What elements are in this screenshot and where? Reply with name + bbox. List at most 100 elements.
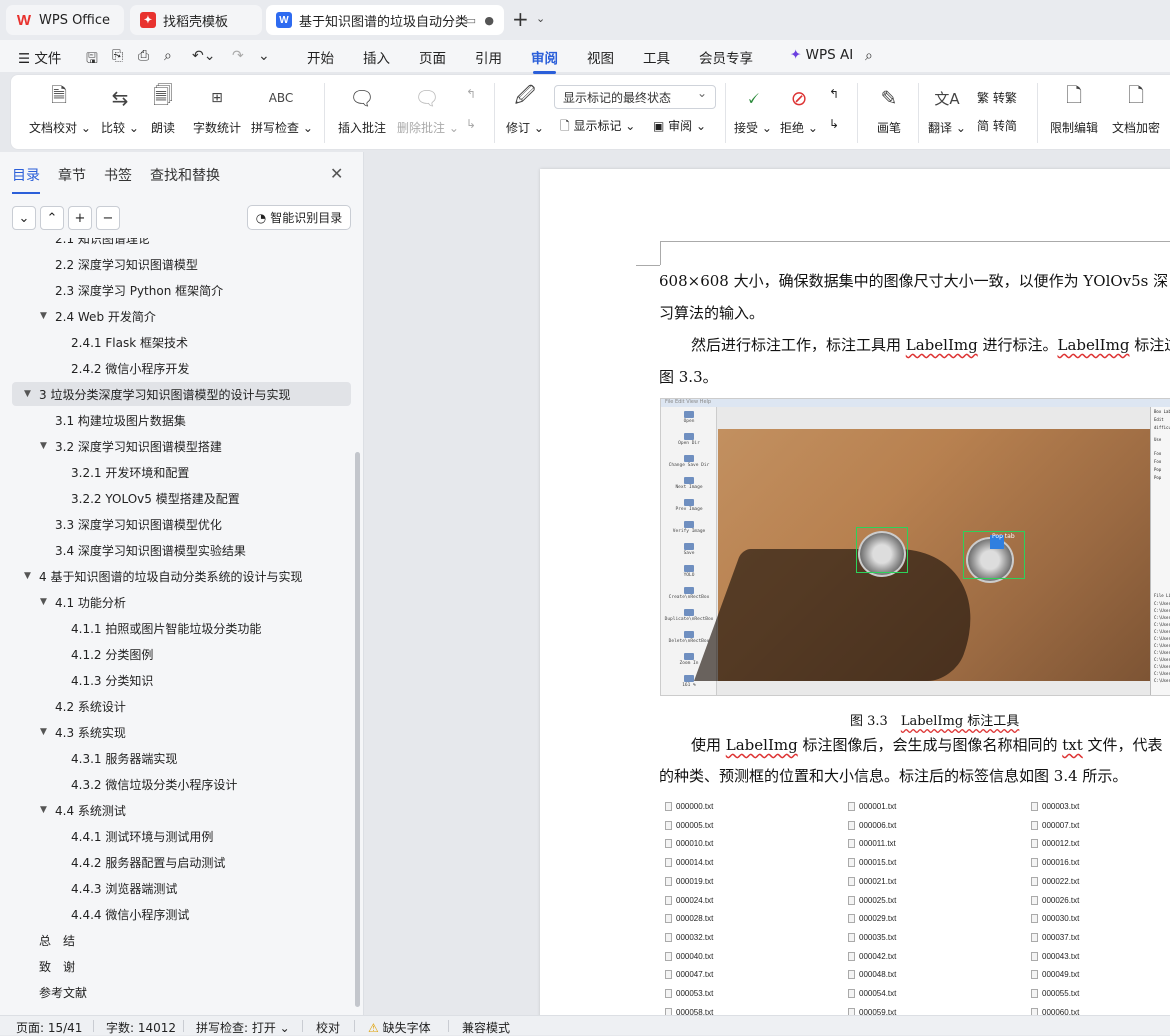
accept-button[interactable]: 🗸 接受 ⌄ [733,83,773,136]
expand-arrow-icon[interactable]: ▼ [40,805,47,815]
toc-item[interactable]: 总 结 [12,928,351,952]
toc-item[interactable]: 参考文献 [12,980,351,1004]
toc-item[interactable]: 2.3 深度学习 Python 框架简介 [12,278,351,302]
toc-item[interactable]: 2.2 深度学习知识图谱模型 [12,252,351,276]
menu-start[interactable]: 开始 [307,47,334,67]
toc-item[interactable]: 4.1.3 分类知识 [12,668,351,692]
menu-view[interactable]: 视图 [587,47,614,67]
doc-encrypt-button[interactable]: 🗋 文档加密 [1109,83,1163,136]
toc-item[interactable]: ▼ 4.4 系统测试 [12,798,351,822]
menu-review[interactable]: 审阅 [531,47,558,74]
menu-page[interactable]: 页面 [419,47,446,67]
expand-arrow-icon[interactable]: ▼ [40,597,47,607]
toc-item[interactable]: 4.1.2 分类图例 [12,642,351,666]
toc-item[interactable]: 4.2 系统设计 [12,694,351,718]
menu-insert[interactable]: 插入 [363,47,390,67]
close-icon[interactable]: ✕ [330,164,343,183]
collapse-up-button[interactable]: ⌃ [40,206,64,230]
document-page[interactable]: 608×608 大小，确保数据集中的图像尺寸大小一致，以便作为 YOlOv5s … [540,169,1170,1015]
read-aloud-button[interactable]: 🗐 朗读 [147,83,179,136]
expand-arrow-icon[interactable]: ▼ [40,441,47,451]
markup-select[interactable]: 显示标记的最终状态 [554,85,716,109]
tab-wps-office[interactable]: W WPS Office [6,5,124,35]
to-simplified-button[interactable]: 简 转简 [977,117,1017,134]
compare-button[interactable]: ⇆ 比较 ⌄ [97,83,143,136]
review-pane-button[interactable]: ▣ 审阅 ⌄ [653,117,706,134]
share-icon[interactable]: ⎘ [112,48,123,64]
tab-toc[interactable]: 目录 [12,165,40,194]
page-indicator[interactable]: 页面: 15/41 [16,1019,82,1036]
missing-font-status[interactable]: ⚠ 缺失字体 [368,1019,431,1036]
toc-item[interactable]: 3.1 构建垃圾图片数据集 [12,408,351,432]
labelimg-screenshot-figure[interactable]: File Edit View Help Open Open Dir Change S… [660,398,1170,696]
toc-item[interactable]: 2.4.1 Flask 框架技术 [12,330,351,354]
tab-document[interactable]: W 基于知识图谱的垃圾自动分类系统 ▭ ● [266,5,504,35]
toc-item[interactable]: 4.4.1 测试环境与测试用例 [12,824,351,848]
next-change-icon[interactable]: ↳ [829,117,839,131]
file-menu[interactable]: ☰ 文件 [18,47,61,67]
word-count-button[interactable]: ⊞ 字数统计 [191,83,243,136]
prev-comment-icon[interactable]: ↰ [466,87,476,101]
reject-button[interactable]: ⊘ 拒绝 ⌄ [779,83,819,136]
wps-ai-button[interactable]: ✦ WPS AI [790,47,853,63]
more-chevron-icon[interactable]: ⌄ [258,48,270,64]
toc-item[interactable]: 致 谢 [12,954,351,978]
toc-item[interactable]: 3.4 深度学习知识图谱模型实验结果 [12,538,351,562]
next-comment-icon[interactable]: ↳ [466,117,476,131]
menu-tools[interactable]: 工具 [643,47,670,67]
expand-arrow-icon[interactable]: ▼ [24,389,31,399]
toc-item[interactable]: ▼ 4.1 功能分析 [12,590,351,614]
pen-button[interactable]: ✎ 画笔 [869,83,909,136]
expand-down-button[interactable]: ⌄ [12,206,36,230]
menu-reference[interactable]: 引用 [475,47,502,67]
word-count-indicator[interactable]: 字数: 14012 [106,1019,176,1036]
undo-icon[interactable]: ↶⌄ [192,48,215,64]
toc-item[interactable]: 2.1 知识图谱理论 [12,238,351,250]
tab-docer-templates[interactable]: ✦ 找稻壳模板 [130,5,262,35]
spell-check-button[interactable]: ABC 拼写检查 ⌄ [251,83,313,136]
expand-arrow-icon[interactable]: ▼ [24,571,31,581]
toc-item[interactable]: 4.3.2 微信垃圾分类小程序设计 [12,772,351,796]
toc-item[interactable]: 4.3.1 服务器端实现 [12,746,351,770]
insert-comment-button[interactable]: 🗨 插入批注 [335,83,389,136]
tab-find-replace[interactable]: 查找和替换 [150,165,220,185]
expand-arrow-icon[interactable]: ▼ [40,311,47,321]
toc-item[interactable]: 4.4.4 微信小程序测试 [12,902,351,926]
save-icon[interactable]: 🖫 [86,48,98,72]
monitor-icon[interactable]: ▭ [466,14,476,27]
toc-item[interactable]: ▼ 4.3 系统实现 [12,720,351,744]
translate-button[interactable]: 文A 翻译 ⌄ [927,83,967,136]
remove-heading-button[interactable]: − [96,206,120,230]
show-markup-button[interactable]: 🗋 显示标记 ⌄ [560,117,635,138]
tab-list-chevron-icon[interactable]: ⌄ [536,12,545,25]
print-preview-icon[interactable]: ⌕ [164,48,172,64]
tab-modified-dot-icon[interactable]: ● [484,14,494,27]
toc-item[interactable]: 4.4.3 浏览器端测试 [12,876,351,900]
tab-chapters[interactable]: 章节 [58,165,86,185]
search-icon[interactable]: ⌕ [865,48,873,64]
prev-change-icon[interactable]: ↰ [829,87,839,101]
toc-item[interactable]: 3.2.1 开发环境和配置 [12,460,351,484]
track-changes-button[interactable]: 🖉 修订 ⌄ [505,83,545,136]
toc-item[interactable]: ▼ 4 基于知识图谱的垃圾自动分类系统的设计与实现 [12,564,351,588]
doc-check-button[interactable]: 🗎 文档校对 ⌄ [29,83,91,136]
toc-item[interactable]: 3.2.2 YOLOv5 模型搭建及配置 [12,486,351,510]
add-heading-button[interactable]: + [68,206,92,230]
smart-toc-button[interactable]: ◔ 智能识别目录 [247,205,351,230]
redo-icon[interactable]: ↷ [232,48,244,64]
spell-check-status[interactable]: 拼写检查: 打开 ⌄ [196,1019,290,1036]
restrict-edit-button[interactable]: 🗋 限制编辑 [1047,83,1101,136]
tab-bookmarks[interactable]: 书签 [104,165,132,185]
menu-member[interactable]: 会员专享 [699,47,753,67]
print-icon[interactable]: ⎙ [138,48,149,64]
toc-item[interactable]: ▼ 2.4 Web 开发简介 [12,304,351,328]
sidebar-scrollbar[interactable] [355,452,360,1007]
toc-item[interactable]: ▼ 3.2 深度学习知识图谱模型搭建 [12,434,351,458]
toc-item[interactable]: ▼ 3 垃圾分类深度学习知识图谱模型的设计与实现 [12,382,351,406]
toc-item[interactable]: 4.4.2 服务器配置与启动测试 [12,850,351,874]
to-traditional-button[interactable]: 繁 转繁 [977,89,1017,106]
toc-item[interactable]: 4.1.1 拍照或图片智能垃圾分类功能 [12,616,351,640]
toc-item[interactable]: 2.4.2 微信小程序开发 [12,356,351,380]
new-tab-plus-icon[interactable]: + [512,9,529,29]
toc-item[interactable]: 3.3 深度学习知识图谱模型优化 [12,512,351,536]
